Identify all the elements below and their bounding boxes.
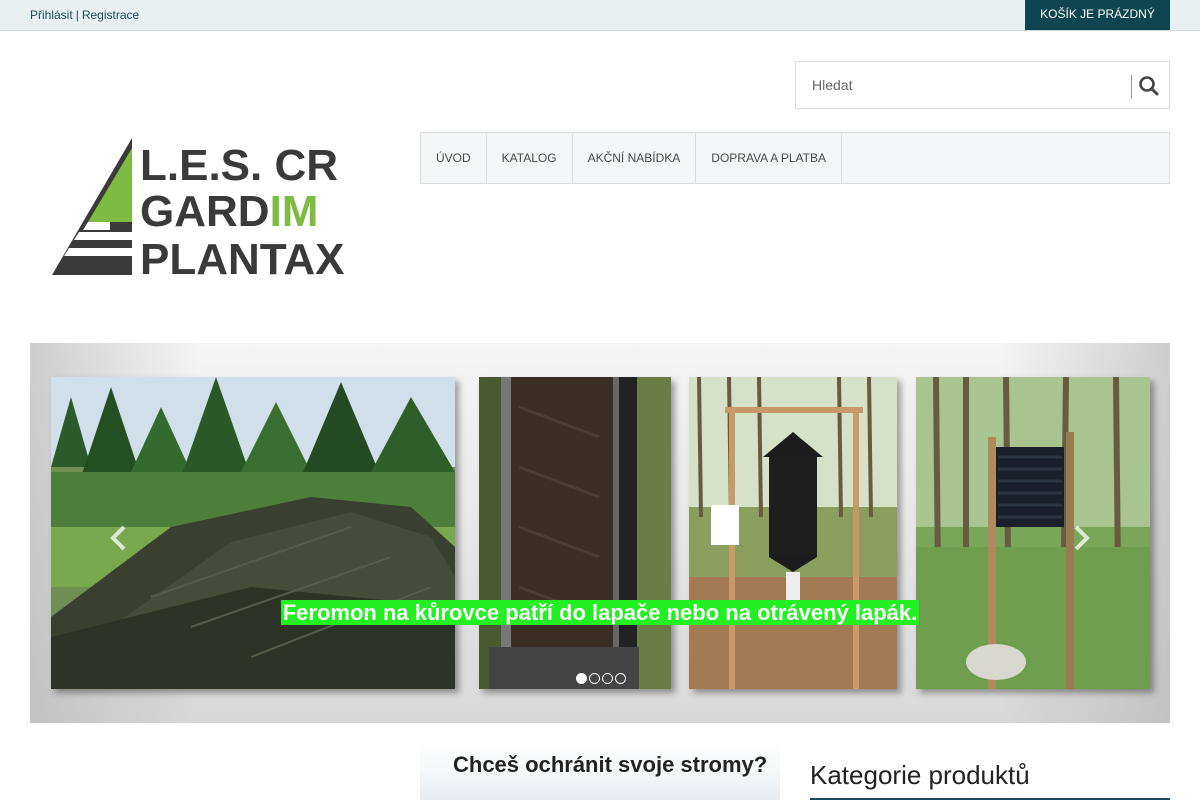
slide-photo-trap-closeup <box>479 377 671 689</box>
carousel-indicators <box>576 673 626 684</box>
cart-button[interactable]: KOŠÍK JE PRÁZDNÝ <box>1025 0 1170 30</box>
logo-line2: GARDIM <box>140 187 318 236</box>
carousel-caption: Feromon na kůrovce patří do lapače nebo … <box>30 591 1170 635</box>
nav-item-katalog[interactable]: KATALOG <box>487 133 573 183</box>
carousel-dot-4[interactable] <box>615 673 626 684</box>
nav-item-uvod[interactable]: ÚVOD <box>421 133 487 183</box>
search-icon <box>1139 76 1159 96</box>
search-box <box>795 61 1170 109</box>
categories-title: Kategorie produktů <box>810 760 1030 790</box>
logo-line1: L.E.S. CR <box>140 141 338 190</box>
site-logo[interactable]: L.E.S. CR GARDIM PLANTAX <box>52 138 348 284</box>
carousel-prev-button[interactable] <box>107 523 131 553</box>
slide-photo-trap-stand <box>689 377 897 689</box>
carousel-dot-2[interactable] <box>589 673 600 684</box>
nav-item-akcni-nabidka[interactable]: AKČNÍ NABÍDKA <box>573 133 697 183</box>
hero-carousel: Feromon na kůrovce patří do lapače nebo … <box>30 343 1170 723</box>
top-bar: Přihlásit | Registrace KOŠÍK JE PRÁZDNÝ <box>0 0 1200 31</box>
slide-photo-trap-pole <box>916 377 1150 689</box>
carousel-dot-1[interactable] <box>576 673 587 684</box>
search-input[interactable] <box>796 62 1131 108</box>
carousel-dot-3[interactable] <box>602 673 613 684</box>
auth-links: Přihlásit | Registrace <box>30 8 139 22</box>
main-nav: ÚVOD KATALOG AKČNÍ NABÍDKA DOPRAVA A PLA… <box>420 132 1170 184</box>
logo-mark: L.E.S. CR GARDIM PLANTAX <box>52 138 345 284</box>
auth-separator: | <box>75 8 79 22</box>
login-link[interactable]: Přihlásit <box>30 8 73 22</box>
register-link[interactable]: Registrace <box>82 8 139 22</box>
carousel-caption-text: Feromon na kůrovce patří do lapače nebo … <box>280 600 920 625</box>
nav-item-doprava-a-platba[interactable]: DOPRAVA A PLATBA <box>696 133 842 183</box>
carousel-next-button[interactable] <box>1069 523 1093 553</box>
search-button[interactable] <box>1134 72 1164 100</box>
logo-line3: PLANTAX <box>140 235 345 278</box>
promo-text: Chceš ochránit svoje stromy? <box>453 752 768 777</box>
search-divider <box>1131 75 1132 99</box>
chevron-right-icon <box>1074 525 1090 551</box>
chevron-left-icon <box>110 525 126 551</box>
